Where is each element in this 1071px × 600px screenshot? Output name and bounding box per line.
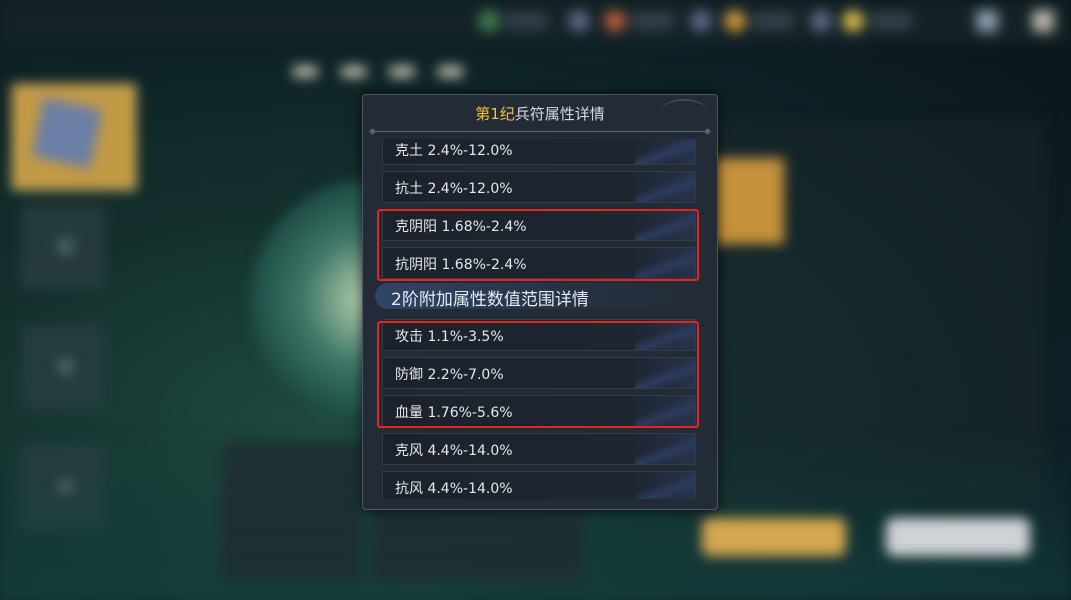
- resource-icon: [568, 10, 590, 32]
- list-item-label: 抗土 2.4%-12.0%: [395, 181, 513, 197]
- chat-icon: [976, 10, 998, 32]
- resource-icon: [478, 10, 500, 32]
- section-header: 2阶附加属性数值范围详情: [375, 283, 705, 310]
- resource-icon: [690, 10, 712, 32]
- section-title: 2阶附加属性数值范围详情: [391, 290, 589, 310]
- empty-slot: +: [22, 326, 104, 408]
- row-decoration: [635, 434, 695, 464]
- info-box: [372, 500, 582, 582]
- confirm-button: [702, 518, 846, 556]
- list-item: 克土 2.4%-12.0%: [382, 139, 696, 165]
- row-decoration: [635, 472, 695, 499]
- resource-icon: [604, 10, 626, 32]
- resource-icon: [810, 10, 832, 32]
- list-item: 克风 4.4%-14.0%: [382, 433, 696, 465]
- list-item: 抗土 2.4%-12.0%: [382, 171, 696, 203]
- title-divider: [373, 131, 707, 132]
- resource-count: [504, 12, 550, 30]
- highlight-box-yinyang: [377, 209, 699, 281]
- resource-count: [868, 12, 914, 30]
- resource-icon: [724, 10, 746, 32]
- list-item-label: 抗风 4.4%-14.0%: [395, 481, 513, 497]
- highlight-box-base-stats: [377, 321, 699, 428]
- list-item-label: 克土 2.4%-12.0%: [395, 143, 513, 159]
- resource-count: [630, 12, 676, 30]
- resource-count: [750, 12, 796, 30]
- row-decoration: [635, 139, 695, 164]
- item-gem: [712, 158, 784, 244]
- stats-box: [222, 442, 362, 582]
- attribute-list[interactable]: 克土 2.4%-12.0% 抗土 2.4%-12.0% 克阴阳 1.68%-2.…: [363, 139, 717, 499]
- list-item-label: 克风 4.4%-14.0%: [395, 443, 513, 459]
- background-title: ▬ ▬ ▬ ▬: [290, 50, 470, 88]
- popup-title-era: 第1纪: [475, 105, 515, 123]
- popup-title-text: 兵符属性详情: [514, 105, 605, 123]
- title-swirl-decoration: [661, 99, 707, 121]
- empty-slot: +: [22, 206, 104, 288]
- attribute-detail-popup: 第1纪兵符属性详情 克土 2.4%-12.0% 抗土 2.4%-12.0% 克阴…: [362, 94, 718, 510]
- avatar: [1032, 10, 1054, 32]
- resource-icon: [842, 10, 864, 32]
- list-item: 抗风 4.4%-14.0%: [382, 471, 696, 499]
- row-decoration: [635, 172, 695, 202]
- item-portrait: [12, 84, 136, 190]
- cancel-button: [886, 518, 1030, 556]
